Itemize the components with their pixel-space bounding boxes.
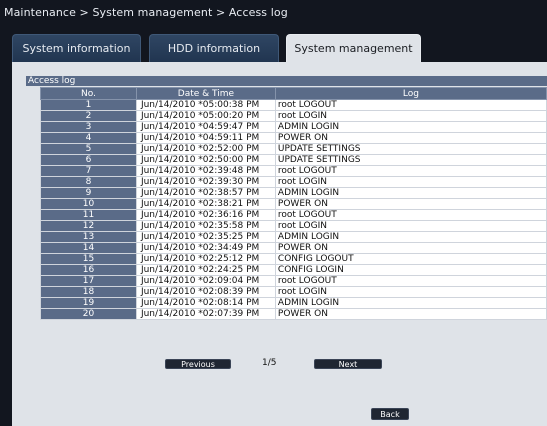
row-log: POWER ON [274, 308, 547, 320]
row-log: POWER ON [274, 132, 547, 144]
next-button[interactable]: Next [314, 359, 382, 369]
table-body: 1 Jun/14/2010 *05:00:38 PM root LOGOUT 2 Jun… [40, 99, 547, 320]
row-number: 18 [40, 286, 137, 298]
breadcrumb: Maintenance > System management > Access… [4, 6, 288, 19]
row-number: 6 [40, 154, 137, 166]
row-log: POWER ON [274, 242, 547, 254]
page-indicator: 1/5 [262, 358, 277, 368]
section-title: Access log [26, 76, 547, 86]
row-number: 1 [40, 99, 137, 111]
row-log: ADMIN LOGIN [274, 297, 547, 309]
row-number: 8 [40, 176, 137, 188]
row-date-time: Jun/14/2010 *02:35:25 PM [135, 231, 276, 243]
row-log: root LOGOUT [274, 209, 547, 221]
row-date-time: Jun/14/2010 *02:24:25 PM [135, 264, 276, 276]
table-row: 10 Jun/14/2010 *02:38:21 PM POWER ON [40, 198, 547, 210]
row-date-time: Jun/14/2010 *02:08:39 PM [135, 286, 276, 298]
row-number: 7 [40, 165, 137, 177]
table-row: 3 Jun/14/2010 *04:59:47 PM ADMIN LOGIN [40, 121, 547, 133]
row-number: 12 [40, 220, 137, 232]
row-date-time: Jun/14/2010 *02:39:30 PM [135, 176, 276, 188]
row-date-time: Jun/14/2010 *02:36:16 PM [135, 209, 276, 221]
row-number: 5 [40, 143, 137, 155]
table-row: 17 Jun/14/2010 *02:09:04 PM root LOGOUT [40, 275, 547, 287]
row-date-time: Jun/14/2010 *04:59:47 PM [135, 121, 276, 133]
row-number: 16 [40, 264, 137, 276]
row-number: 19 [40, 297, 137, 309]
row-date-time: Jun/14/2010 *04:59:11 PM [135, 132, 276, 144]
table-header-row: No. Date & Time Log [40, 87, 547, 100]
table-row: 14 Jun/14/2010 *02:34:49 PM POWER ON [40, 242, 547, 254]
row-date-time: Jun/14/2010 *02:09:04 PM [135, 275, 276, 287]
row-date-time: Jun/14/2010 *02:39:48 PM [135, 165, 276, 177]
row-date-time: Jun/14/2010 *02:08:14 PM [135, 297, 276, 309]
row-date-time: Jun/14/2010 *02:38:21 PM [135, 198, 276, 210]
row-log: ADMIN LOGIN [274, 121, 547, 133]
previous-button[interactable]: Previous [165, 359, 231, 369]
tab-hdd-information[interactable]: HDD information [149, 34, 279, 62]
row-number: 13 [40, 231, 137, 243]
table-row: 7 Jun/14/2010 *02:39:48 PM root LOGOUT [40, 165, 547, 177]
access-log-table: No. Date & Time Log 1 Jun/14/2010 *05:00:… [40, 87, 547, 320]
row-number: 4 [40, 132, 137, 144]
table-row: 5 Jun/14/2010 *02:52:00 PM UPDATE SETTINGS [40, 143, 547, 155]
tab-bar: System information HDD information Syste… [12, 34, 547, 62]
row-date-time: Jun/14/2010 *02:34:49 PM [135, 242, 276, 254]
table-row: 2 Jun/14/2010 *05:00:20 PM root LOGIN [40, 110, 547, 122]
row-log: root LOGIN [274, 110, 547, 122]
maintenance-screen: Maintenance > System management > Access… [0, 0, 547, 426]
row-log: root LOGIN [274, 176, 547, 188]
row-date-time: Jun/14/2010 *02:25:12 PM [135, 253, 276, 265]
row-log: root LOGIN [274, 286, 547, 298]
table-row: 16 Jun/14/2010 *02:24:25 PM CONFIG LOGIN [40, 264, 547, 276]
table-row: 1 Jun/14/2010 *05:00:38 PM root LOGOUT [40, 99, 547, 111]
row-number: 20 [40, 308, 137, 320]
row-number: 9 [40, 187, 137, 199]
row-log: root LOGOUT [274, 165, 547, 177]
row-number: 3 [40, 121, 137, 133]
table-row: 19 Jun/14/2010 *02:08:14 PM ADMIN LOGIN [40, 297, 547, 309]
row-log: root LOGIN [274, 220, 547, 232]
table-row: 18 Jun/14/2010 *02:08:39 PM root LOGIN [40, 286, 547, 298]
row-log: root LOGOUT [274, 99, 547, 111]
row-date-time: Jun/14/2010 *05:00:38 PM [135, 99, 276, 111]
column-header-log: Log [274, 87, 547, 100]
row-date-time: Jun/14/2010 *02:50:00 PM [135, 154, 276, 166]
row-date-time: Jun/14/2010 *02:38:57 PM [135, 187, 276, 199]
row-date-time: Jun/14/2010 *02:52:00 PM [135, 143, 276, 155]
row-log: UPDATE SETTINGS [274, 154, 547, 166]
back-button[interactable]: Back [371, 408, 409, 420]
row-number: 11 [40, 209, 137, 221]
row-log: UPDATE SETTINGS [274, 143, 547, 155]
row-date-time: Jun/14/2010 *02:07:39 PM [135, 308, 276, 320]
table-row: 4 Jun/14/2010 *04:59:11 PM POWER ON [40, 132, 547, 144]
table-row: 12 Jun/14/2010 *02:35:58 PM root LOGIN [40, 220, 547, 232]
table-row: 9 Jun/14/2010 *02:38:57 PM ADMIN LOGIN [40, 187, 547, 199]
content-panel: Access log No. Date & Time Log 1 Jun/14/2… [12, 62, 547, 426]
row-number: 2 [40, 110, 137, 122]
column-header-date-time: Date & Time [135, 87, 276, 100]
row-log: CONFIG LOGOUT [274, 253, 547, 265]
row-log: root LOGOUT [274, 275, 547, 287]
table-row: 11 Jun/14/2010 *02:36:16 PM root LOGOUT [40, 209, 547, 221]
tab-system-management[interactable]: System management [286, 34, 421, 62]
table-row: 13 Jun/14/2010 *02:35:25 PM ADMIN LOGIN [40, 231, 547, 243]
row-log: POWER ON [274, 198, 547, 210]
row-number: 17 [40, 275, 137, 287]
table-row: 15 Jun/14/2010 *02:25:12 PM CONFIG LOGOUT [40, 253, 547, 265]
row-number: 15 [40, 253, 137, 265]
row-log: CONFIG LOGIN [274, 264, 547, 276]
row-number: 10 [40, 198, 137, 210]
row-date-time: Jun/14/2010 *05:00:20 PM [135, 110, 276, 122]
tab-system-information[interactable]: System information [12, 34, 141, 62]
row-number: 14 [40, 242, 137, 254]
table-row: 6 Jun/14/2010 *02:50:00 PM UPDATE SETTINGS [40, 154, 547, 166]
row-date-time: Jun/14/2010 *02:35:58 PM [135, 220, 276, 232]
row-log: ADMIN LOGIN [274, 231, 547, 243]
table-row: 8 Jun/14/2010 *02:39:30 PM root LOGIN [40, 176, 547, 188]
column-header-no: No. [40, 87, 137, 100]
table-row: 20 Jun/14/2010 *02:07:39 PM POWER ON [40, 308, 547, 320]
row-log: ADMIN LOGIN [274, 187, 547, 199]
